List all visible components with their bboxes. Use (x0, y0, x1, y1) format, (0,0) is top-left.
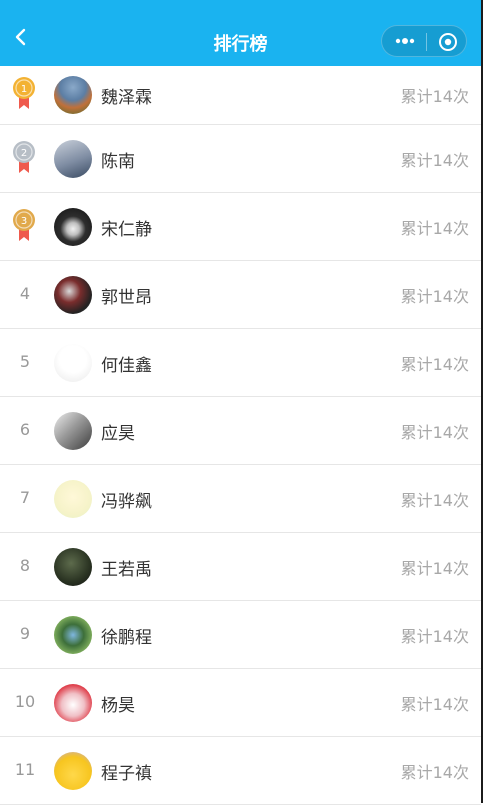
check-in-count: 累计14次 (400, 354, 469, 374)
list-item[interactable]: 6 应昊 累计14次 (0, 397, 481, 465)
check-in-count: 累计14次 (400, 762, 469, 782)
avatar[interactable] (54, 275, 92, 314)
rank-number: 6 (19, 419, 31, 439)
avatar[interactable] (54, 207, 92, 246)
check-in-count: 累计14次 (400, 558, 469, 578)
check-in-count: 累计14次 (400, 626, 469, 646)
nav-bar: 排行榜 (0, 0, 481, 66)
gold-medal-icon: 1 (13, 77, 35, 109)
medal-rank-label: 2 (21, 148, 27, 159)
rank-number: 7 (19, 487, 31, 507)
user-name: 魏泽霖 (101, 88, 152, 108)
rank-number: 11 (14, 759, 36, 779)
check-in-count: 累计14次 (400, 218, 469, 238)
user-name: 陈南 (101, 151, 135, 172)
list-item[interactable]: 4 郭世昂 累计14次 (0, 261, 481, 329)
list-item[interactable]: 8 王若禹 累计14次 (0, 533, 481, 601)
list-item[interactable]: 2 陈南 累计14次 (0, 125, 481, 193)
medal-rank-label: 1 (21, 84, 27, 95)
user-name: 郭世昂 (101, 287, 152, 308)
user-name: 王若禹 (101, 559, 152, 580)
capsule-menu (381, 25, 467, 57)
avatar[interactable] (54, 139, 92, 178)
rank-number: 5 (19, 351, 31, 371)
list-item[interactable]: 7 冯骅飙 累计14次 (0, 465, 481, 533)
capsule-divider (426, 33, 427, 51)
list-item[interactable]: 1 魏泽霖 累计14次 (0, 66, 481, 125)
check-in-count: 累计14次 (400, 150, 469, 170)
more-dots-icon[interactable] (394, 35, 416, 47)
check-in-count: 累计14次 (400, 286, 469, 306)
avatar[interactable] (54, 751, 92, 790)
user-name: 何佳鑫 (101, 355, 152, 376)
list-item[interactable]: 10 杨昊 累计14次 (0, 669, 481, 737)
user-name: 宋仁静 (101, 219, 152, 240)
avatar[interactable] (54, 547, 92, 586)
app-frame: 排行榜 1 魏泽霖 累计14次 2 陈南 累计14次 3 宋仁静 累计14次 4 郭世昂 累计14次 5… (0, 0, 483, 805)
target-circle-icon[interactable] (438, 32, 458, 52)
list-item[interactable]: 3 宋仁静 累计14次 (0, 193, 481, 261)
check-in-count: 累计14次 (400, 87, 469, 106)
check-in-count: 累计14次 (400, 694, 469, 714)
medal-rank-label: 3 (21, 216, 27, 227)
silver-medal-icon: 2 (13, 140, 35, 173)
avatar[interactable] (54, 411, 92, 450)
rank-number: 10 (14, 691, 36, 711)
check-in-count: 累计14次 (400, 490, 469, 510)
rank-number: 4 (19, 283, 31, 303)
list-item[interactable]: 5 何佳鑫 累计14次 (0, 329, 481, 397)
avatar[interactable] (54, 479, 92, 518)
user-name: 冯骅飙 (101, 491, 152, 512)
avatar[interactable] (54, 76, 92, 114)
list-item[interactable]: 9 徐鹏程 累计14次 (0, 601, 481, 669)
user-name: 杨昊 (101, 695, 135, 716)
rank-number: 9 (19, 623, 31, 643)
user-name: 程子禛 (101, 763, 152, 784)
user-name: 徐鹏程 (101, 627, 152, 648)
avatar[interactable] (54, 343, 92, 382)
list-item[interactable]: 11 程子禛 累计14次 (0, 737, 481, 805)
avatar[interactable] (54, 683, 92, 722)
leaderboard-list: 1 魏泽霖 累计14次 2 陈南 累计14次 3 宋仁静 累计14次 4 郭世昂 累计14次 5 何佳鑫累… (0, 66, 481, 805)
avatar[interactable] (54, 615, 92, 654)
bronze-medal-icon: 3 (13, 208, 35, 241)
rank-number: 8 (19, 555, 31, 575)
user-name: 应昊 (101, 423, 135, 444)
check-in-count: 累计14次 (400, 422, 469, 442)
